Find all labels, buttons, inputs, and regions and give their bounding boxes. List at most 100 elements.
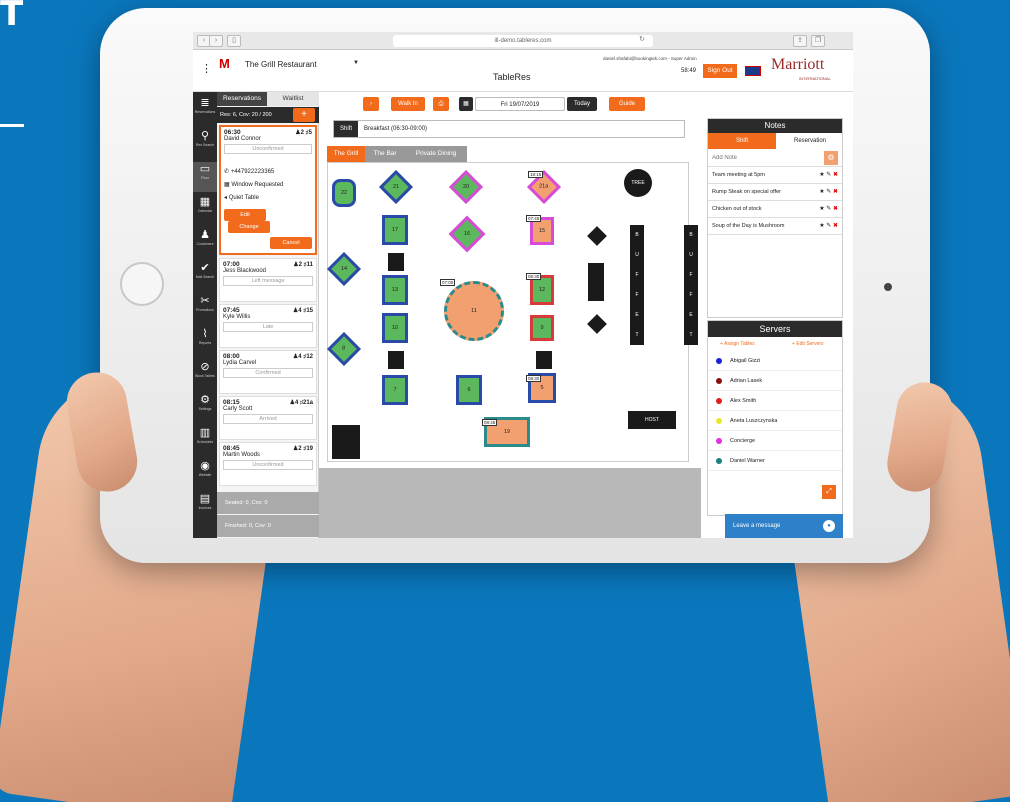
restaurant-dropdown-icon[interactable]: ▼ xyxy=(353,60,359,66)
edit-icon[interactable]: ✎ xyxy=(826,206,831,212)
table-13[interactable]: 13 xyxy=(382,275,408,305)
star-icon[interactable]: ★ xyxy=(819,189,824,195)
share-icon[interactable]: ⇪ xyxy=(793,35,807,47)
cancel-button[interactable]: Cancel xyxy=(270,237,312,249)
sidebar-item-promotions[interactable]: ✂ Promotions xyxy=(193,294,217,324)
reservation-card[interactable]: 08:45 ♟2 ♯19 Martin Woods Unconfirmed xyxy=(219,442,317,486)
sidebar-item-mail-search[interactable]: ✔ Mail Search xyxy=(193,261,217,291)
seated-summary[interactable]: Seated: 0, Cov: 0 xyxy=(217,492,319,514)
add-note-input[interactable] xyxy=(712,152,816,164)
signout-button[interactable]: Sign Out xyxy=(703,64,737,78)
edit-button[interactable]: Edit xyxy=(224,209,266,221)
tabs-icon[interactable]: ❐ xyxy=(811,35,825,47)
edit-servers-link[interactable]: + Edit Servers xyxy=(792,341,824,347)
forward-icon[interactable]: › xyxy=(209,35,223,47)
note-item[interactable]: Team meeting at 5pm ★ ✎ ✖ xyxy=(708,167,842,184)
table-7[interactable]: 7 xyxy=(382,375,408,405)
table-11[interactable]: 11 xyxy=(444,281,504,341)
finished-summary[interactable]: Finished: 0, Cov: 0 xyxy=(217,515,319,537)
sidebar-item-schedules[interactable]: ▥ Schedules xyxy=(193,426,217,456)
table-8[interactable]: 8 xyxy=(327,332,361,366)
room-tab-grill[interactable]: The Grill xyxy=(327,146,365,162)
delete-icon[interactable]: ✖ xyxy=(833,189,838,195)
sidebar-item-invoices[interactable]: ▤ Invoices xyxy=(193,492,217,522)
delete-icon[interactable]: ✖ xyxy=(833,172,838,178)
note-item[interactable]: Rump Steak on special offer ★ ✎ ✖ xyxy=(708,184,842,201)
room-tab-bar[interactable]: The Bar xyxy=(365,146,405,162)
reservation-card[interactable]: 07:00 ♟2 ♯11 Jess Blackwood Left message xyxy=(219,258,317,302)
res-status[interactable]: Unconfirmed xyxy=(223,460,313,470)
server-item[interactable]: Concierge xyxy=(708,431,842,451)
server-item[interactable]: Adrian Lasek xyxy=(708,371,842,391)
server-item[interactable]: Alex Smith xyxy=(708,391,842,411)
table-9[interactable]: 9 xyxy=(530,315,554,341)
res-status[interactable]: Confirmed xyxy=(223,368,313,378)
expand-icon[interactable]: ⤢ xyxy=(822,485,836,499)
add-reservation-button[interactable]: + xyxy=(293,108,315,122)
table-block[interactable] xyxy=(332,425,360,459)
reservation-card[interactable]: 08:15 ♟4 ♯21a Carly Scott Arrived xyxy=(219,396,317,440)
table-small[interactable] xyxy=(388,351,404,369)
sidebar-item-customers[interactable]: ♟ Customers xyxy=(193,228,217,258)
res-status[interactable]: Unconfirmed xyxy=(224,144,312,154)
uk-flag-icon[interactable] xyxy=(745,66,761,76)
restaurant-name[interactable]: The Grill Restaurant xyxy=(245,60,317,69)
reservation-card-selected[interactable]: 06:30 ♟2 ♯5 David Connor Unconfirmed ✆ +… xyxy=(219,125,317,255)
url-bar[interactable]: ill-demo.tableres.com xyxy=(393,35,653,47)
table-small[interactable] xyxy=(388,253,404,271)
server-item[interactable]: Daniel Warner xyxy=(708,451,842,471)
walkin-button[interactable]: Walk In xyxy=(391,97,425,111)
sidebar-item-floor[interactable]: ▭ Floor xyxy=(193,162,217,192)
table-16[interactable]: 16 xyxy=(448,215,486,253)
table-17[interactable]: 17 xyxy=(382,215,408,245)
star-icon[interactable]: ★ xyxy=(819,206,824,212)
star-icon[interactable]: ★ xyxy=(819,223,824,229)
assign-tables-link[interactable]: + Assign Tables xyxy=(720,341,755,347)
reload-icon[interactable]: ↻ xyxy=(635,35,649,47)
server-item[interactable]: Aneta Luszczynska xyxy=(708,411,842,431)
sidebar-item-reports[interactable]: ⌇ Reports xyxy=(193,327,217,357)
print-button[interactable]: ⎙ xyxy=(433,97,449,111)
sidebar-item-website[interactable]: ◉ Website xyxy=(193,459,217,489)
table-21[interactable]: 21 xyxy=(379,170,413,204)
table-14[interactable]: 14 xyxy=(327,252,361,286)
sidebar-item-settings[interactable]: ⚙ Settings xyxy=(193,393,217,423)
delete-icon[interactable]: ✖ xyxy=(833,223,838,229)
change-button[interactable]: Change xyxy=(228,221,270,233)
shift-selector[interactable]: Shift Breakfast (06:30-09:00) xyxy=(333,120,685,138)
note-item[interactable]: Soup of the Day is Mushroom ★ ✎ ✖ xyxy=(708,218,842,235)
notes-tab-reservation[interactable]: Reservation xyxy=(776,133,844,149)
home-button[interactable] xyxy=(120,262,164,306)
table-22[interactable]: 22 xyxy=(332,179,356,207)
calendar-icon[interactable]: ▦ xyxy=(459,97,473,111)
delete-icon[interactable]: ✖ xyxy=(833,206,838,212)
room-tab-private[interactable]: Private Dining xyxy=(405,146,467,162)
star-icon[interactable]: ★ xyxy=(819,172,824,178)
res-status[interactable]: Arrived xyxy=(223,414,313,424)
res-status[interactable]: Late xyxy=(223,322,313,332)
edit-icon[interactable]: ✎ xyxy=(826,172,831,178)
edit-icon[interactable]: ✎ xyxy=(826,189,831,195)
menu-icon[interactable]: ⋮ xyxy=(201,62,212,75)
notes-tab-shift[interactable]: Shift xyxy=(708,133,776,149)
tab-waitlist[interactable]: Waitlist xyxy=(267,92,319,106)
expand-button[interactable]: › xyxy=(363,97,379,111)
sidebar-item-reservations[interactable]: ≣ Reservations xyxy=(193,96,217,126)
table-10[interactable]: 10 xyxy=(382,313,408,343)
leave-message-button[interactable]: Leave a message ● xyxy=(725,514,843,538)
edit-icon[interactable]: ✎ xyxy=(826,223,831,229)
res-status[interactable]: Left message xyxy=(223,276,313,286)
today-button[interactable]: Today xyxy=(567,97,597,111)
server-item[interactable]: Abigail Gizzi xyxy=(708,351,842,371)
sidebar-item-calendar[interactable]: ▦ Calendar xyxy=(193,195,217,225)
reservation-card[interactable]: 08:00 ♟4 ♯12 Lydia Carvel Confirmed xyxy=(219,350,317,394)
tab-reservations[interactable]: Reservations xyxy=(217,92,267,106)
guide-button[interactable]: Guide xyxy=(609,97,645,111)
date-field[interactable]: Fri 19/07/2019 xyxy=(475,97,565,111)
sidebar-item-block-tables[interactable]: ⊘ Block Tables xyxy=(193,360,217,390)
note-item[interactable]: Chicken out of stock ★ ✎ ✖ xyxy=(708,201,842,218)
reservation-card[interactable]: 07:45 ♟4 ♯15 Kyle Willis Late xyxy=(219,304,317,348)
table-20[interactable]: 20 xyxy=(449,170,483,204)
table-6[interactable]: 6 xyxy=(456,375,482,405)
sidebar-item-res-search[interactable]: ⚲ Res Search xyxy=(193,129,217,159)
